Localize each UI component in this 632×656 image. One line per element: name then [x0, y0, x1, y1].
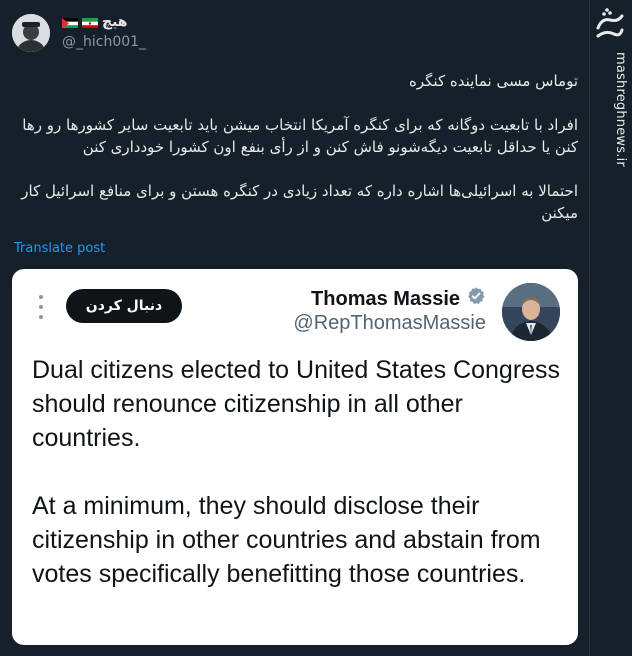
quoted-paragraph: At a minimum, they should disclose their… — [32, 492, 541, 588]
user-handle[interactable]: @_hich001_ — [62, 34, 146, 50]
more-options-icon[interactable] — [36, 295, 46, 319]
quoted-author-name[interactable]: Thomas Massie — [311, 288, 460, 311]
quoted-tweet-text: Dual citizens elected to United States C… — [32, 353, 562, 591]
user-avatar[interactable] — [12, 14, 50, 52]
site-url: mashreghnews.ir — [613, 52, 628, 167]
iran-flag-icon — [82, 17, 98, 28]
tweet-line: توماس مسی نماینده کنگره — [409, 72, 578, 90]
quoted-author-avatar[interactable] — [502, 283, 560, 341]
tweet-text: توماس مسی نماینده کنگره افراد با تابعیت … — [8, 70, 578, 224]
palestine-flag-icon — [62, 17, 78, 28]
quoted-paragraph: Dual citizens elected to United States C… — [32, 356, 561, 452]
translate-post-link[interactable]: Translate post — [14, 241, 105, 256]
verified-badge-icon — [466, 286, 486, 312]
user-display-name[interactable]: هیچ — [102, 14, 128, 30]
tweet: هیچ @_hich001_ توماس مسی نماینده کنگره ا… — [0, 0, 590, 656]
watermark-strip: mashreghnews.ir — [590, 0, 632, 656]
user-name-row: هیچ — [62, 14, 128, 30]
site-logo — [594, 8, 626, 48]
follow-button[interactable]: دنبال کردن — [66, 289, 182, 323]
tweet-line: احتمالا به اسرائیلی‌ها اشاره داره که تعد… — [21, 182, 578, 222]
quoted-author-name-row: Thomas Massie — [311, 286, 486, 312]
quoted-author-handle[interactable]: @RepThomasMassie — [293, 312, 486, 335]
tweet-line: افراد با تابعیت دوگانه که برای کنگره آمر… — [22, 116, 578, 156]
quoted-tweet-card[interactable]: دنبال کردن Thomas Massie @RepThomasMassi… — [12, 269, 578, 645]
